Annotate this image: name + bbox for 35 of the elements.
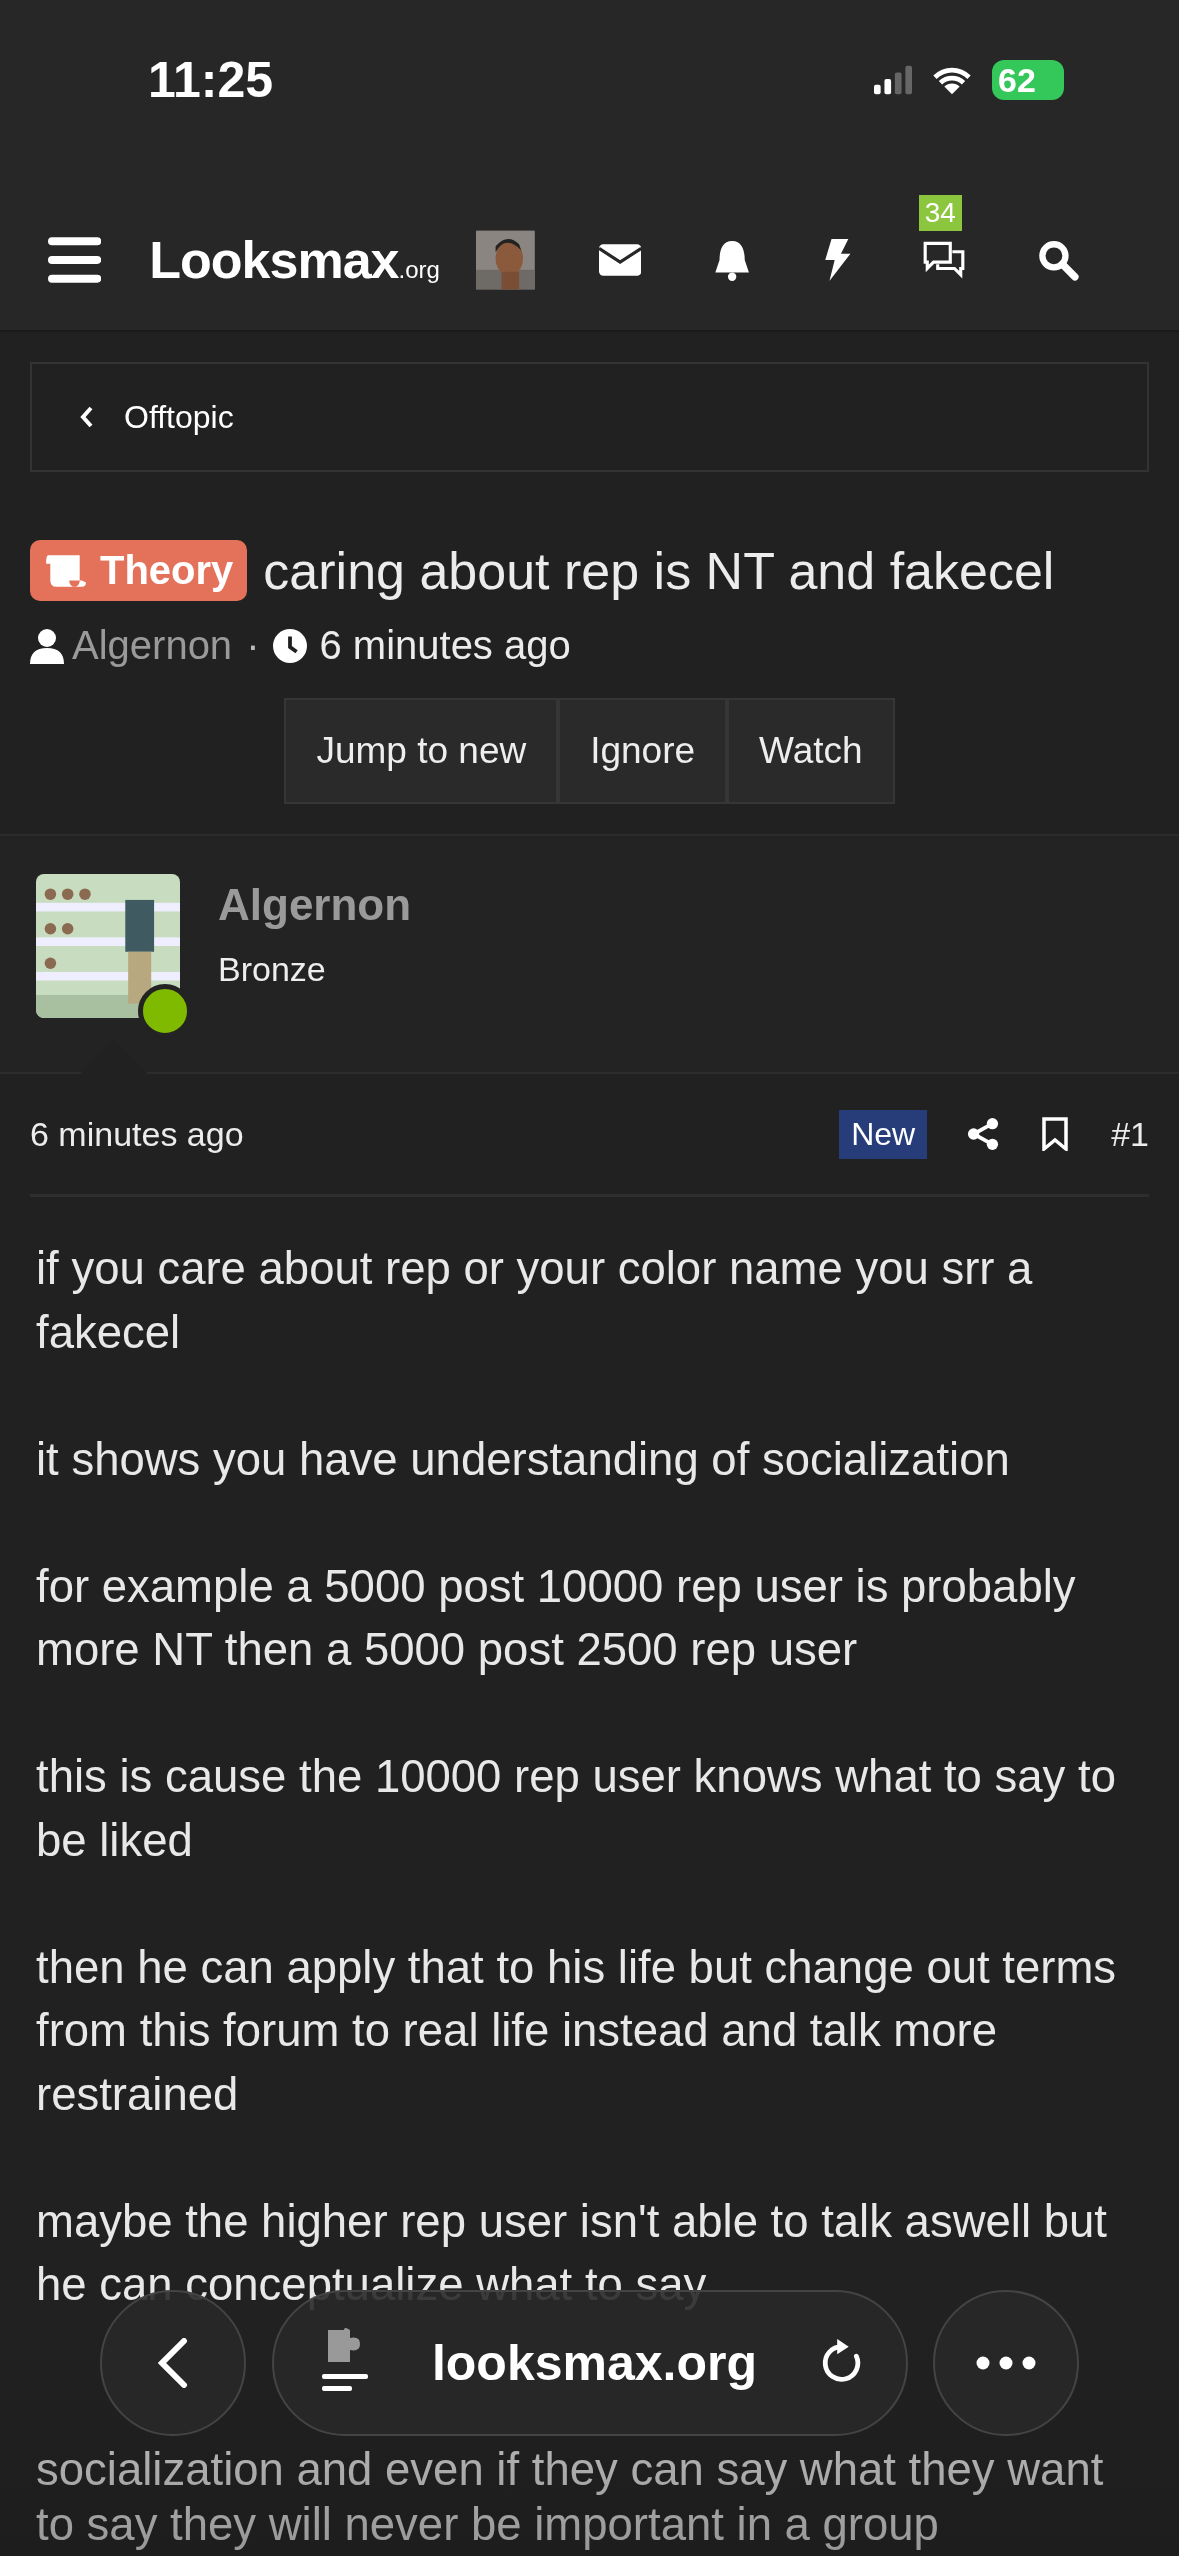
battery-indicator: 62 bbox=[992, 60, 1064, 100]
menu-icon[interactable] bbox=[48, 236, 102, 284]
username-link[interactable]: Algernon bbox=[218, 880, 412, 930]
new-badge: New bbox=[839, 1109, 928, 1159]
share-icon[interactable] bbox=[967, 1117, 1000, 1151]
post-paragraph: if you care about rep or your color name you srr a fakecel bbox=[36, 1242, 1034, 1360]
thread-action-button[interactable]: Ignore bbox=[558, 698, 728, 804]
notification-badge: 34 bbox=[918, 195, 962, 231]
clock-time: 11:25 bbox=[148, 51, 274, 109]
lightning-icon[interactable] bbox=[823, 239, 851, 281]
post-number-link[interactable]: #1 bbox=[1111, 1114, 1149, 1154]
thread-title: caring about rep is NT and fakecel bbox=[263, 540, 1055, 601]
thread-time: 6 minutes ago bbox=[319, 623, 571, 668]
author-link[interactable]: Algernon bbox=[72, 623, 233, 668]
scroll-icon bbox=[44, 552, 86, 589]
post-time[interactable]: 6 minutes ago bbox=[30, 1114, 244, 1154]
url-text: looksmax.org bbox=[430, 2334, 759, 2392]
post-paragraph: for example a 5000 post 10000 rep user is probably more NT then a 5000 post 2500 rep user bbox=[36, 1559, 1077, 1677]
thread-action-button[interactable]: Watch bbox=[727, 698, 895, 804]
post-paragraph: socialization and even if they can say what they want to say they will never be important in a group bbox=[36, 2442, 1105, 2552]
signal-icon bbox=[874, 65, 912, 95]
more-icon bbox=[976, 2356, 1036, 2370]
user-icon bbox=[30, 627, 64, 664]
separator-dot: · bbox=[246, 623, 260, 668]
site-logo[interactable]: Looksmax.org bbox=[149, 230, 440, 290]
breadcrumb-link[interactable]: Offtopic bbox=[30, 362, 1149, 472]
user-rank: Bronze bbox=[218, 950, 327, 989]
thread-action-button[interactable]: Jump to new bbox=[284, 698, 559, 804]
post-paragraph: then he can apply that to his life but change out terms from this forum to real life instead and talk more restrained bbox=[36, 1940, 1118, 2122]
chevron-left-icon bbox=[158, 2338, 188, 2388]
post-paragraph: it shows you have understanding of socialization bbox=[36, 1432, 1011, 1487]
search-icon[interactable] bbox=[1036, 239, 1079, 281]
clock-icon bbox=[273, 627, 308, 664]
post-paragraph: this is cause the 10000 rep user knows what to say to be liked bbox=[36, 1750, 1117, 1868]
chevron-left-icon bbox=[80, 406, 94, 428]
